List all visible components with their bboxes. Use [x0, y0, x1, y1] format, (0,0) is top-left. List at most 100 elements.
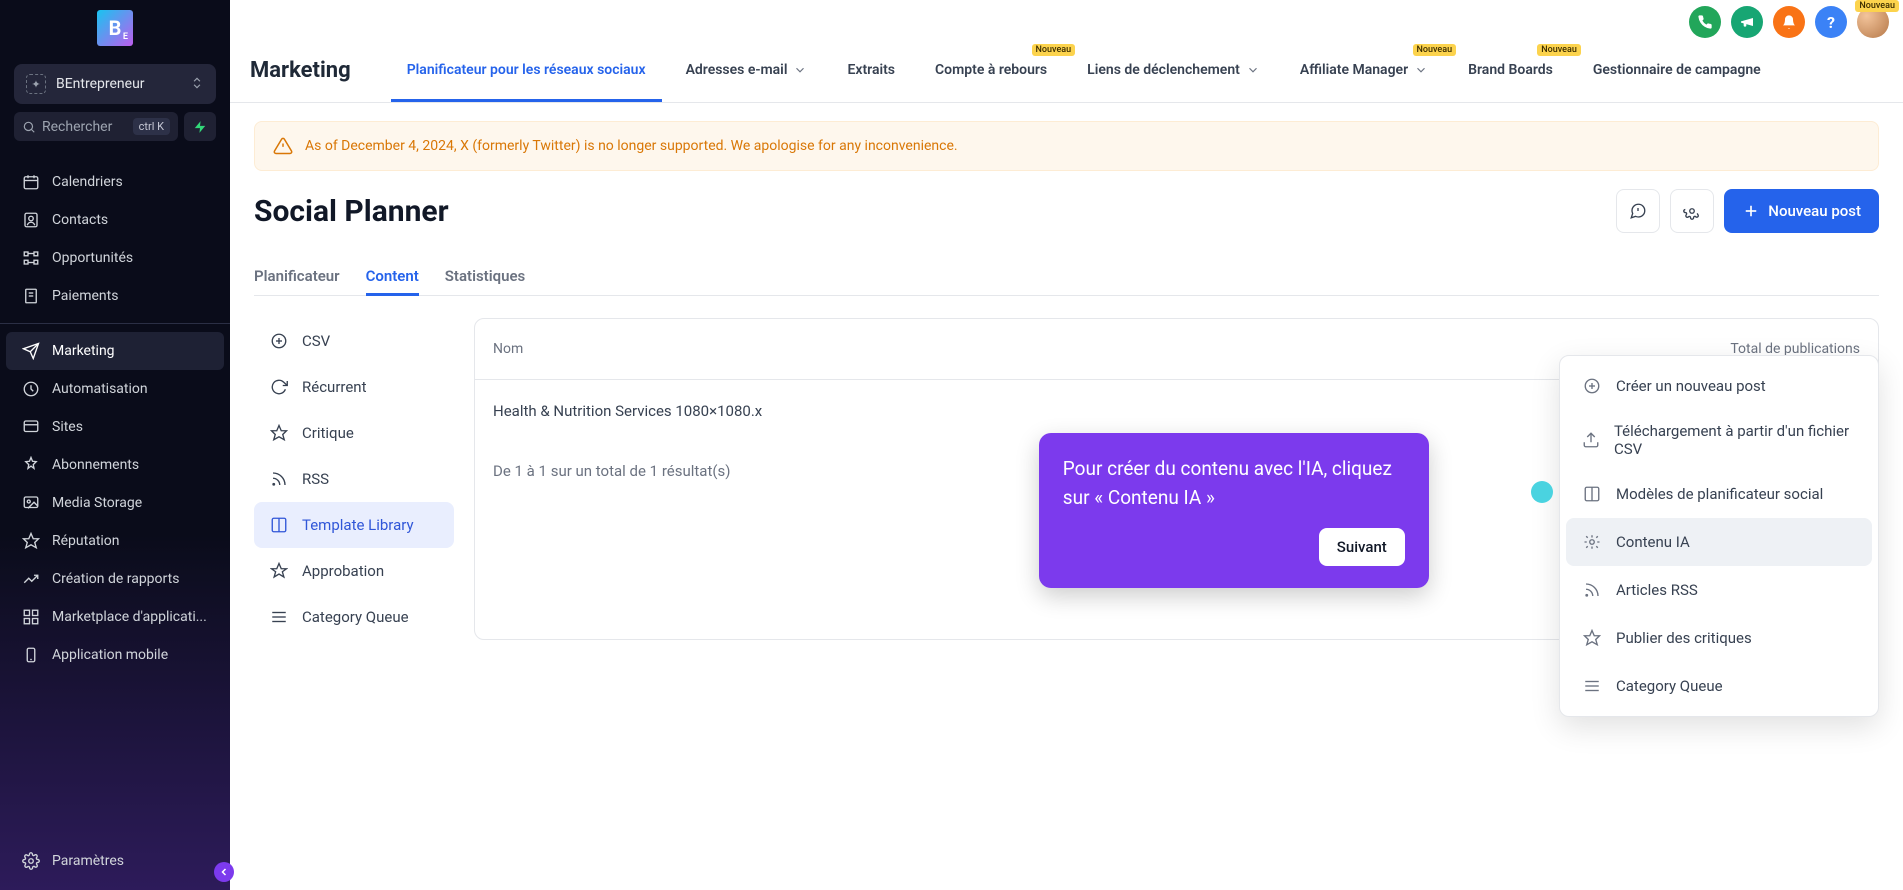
- org-selector[interactable]: ✦ BEntrepreneur: [14, 64, 216, 104]
- nav-label: Media Storage: [52, 495, 142, 511]
- header: Marketing Planificateur pour les réseaux…: [230, 38, 1903, 103]
- sidebar-item-marketplace[interactable]: Marketplace d'applicati...: [6, 598, 224, 636]
- nouveau-badge: Nouveau: [1032, 44, 1076, 56]
- tab-brand[interactable]: Brand BoardsNouveau: [1452, 38, 1569, 102]
- sidebar-item-opportunities[interactable]: Opportunités: [6, 239, 224, 277]
- bolt-button[interactable]: [184, 112, 216, 141]
- menu-template-library[interactable]: Template Library: [254, 502, 454, 548]
- content-type-menu: CSV Récurrent Critique RSS Template Libr…: [254, 318, 454, 640]
- nouveau-chip: Nouveau: [1855, 0, 1899, 12]
- logo-icon: B: [97, 10, 133, 46]
- feedback-button[interactable]: [1616, 189, 1660, 233]
- sidebar-item-media[interactable]: Media Storage: [6, 484, 224, 522]
- chevron-down-icon: [1246, 63, 1260, 77]
- nav-list: Calendriers Contacts Opportunités Paieme…: [0, 163, 230, 834]
- list-icon: [1580, 674, 1604, 698]
- chevrons-icon: [190, 75, 204, 94]
- sidebar-item-reputation[interactable]: Réputation: [6, 522, 224, 560]
- menu-category-queue[interactable]: Category Queue: [254, 594, 454, 640]
- nav-label: Application mobile: [52, 647, 168, 663]
- avatar[interactable]: Nouveau: [1857, 6, 1889, 38]
- logo-box: B: [14, 10, 216, 46]
- dd-reviews[interactable]: Publier des critiques: [1566, 614, 1872, 662]
- dd-ai-content[interactable]: Contenu IA: [1566, 518, 1872, 566]
- search-input[interactable]: Rechercher ctrl K: [14, 112, 178, 141]
- dd-label: Contenu IA: [1616, 533, 1690, 551]
- app: B ✦ BEntrepreneur Rechercher ctrl K: [0, 0, 1903, 890]
- menu-csv[interactable]: CSV: [254, 318, 454, 364]
- sidebar-item-reports[interactable]: Création de rapports: [6, 560, 224, 598]
- tab-countdown[interactable]: Compte à reboursNouveau: [919, 38, 1063, 102]
- tab-triggers[interactable]: Liens de déclenchement: [1071, 38, 1276, 102]
- tab-label: Adresses e-mail: [686, 62, 788, 78]
- top-actions: ? Nouveau: [230, 0, 1903, 38]
- sidebar-item-sites[interactable]: Sites: [6, 408, 224, 446]
- tab-campaign[interactable]: Gestionnaire de campagne: [1577, 38, 1777, 102]
- sidebar-item-marketing[interactable]: Marketing: [6, 332, 224, 370]
- subtab-stats[interactable]: Statistiques: [445, 257, 525, 295]
- page-actions: Nouveau post: [1616, 189, 1879, 233]
- tab-social[interactable]: Planificateur pour les réseaux sociaux: [391, 38, 662, 102]
- sidebar-item-payments[interactable]: Paiements: [6, 277, 224, 315]
- section-title: Marketing: [250, 42, 351, 99]
- tab-label: Planificateur pour les réseaux sociaux: [407, 62, 646, 78]
- rss-icon: [1580, 578, 1604, 602]
- nav-label: Marketplace d'applicati...: [52, 609, 207, 625]
- tab-snippets[interactable]: Extraits: [831, 38, 911, 102]
- announce-button[interactable]: [1731, 6, 1763, 38]
- dd-rss[interactable]: Articles RSS: [1566, 566, 1872, 614]
- dd-new-post[interactable]: Créer un nouveau post: [1566, 362, 1872, 410]
- dd-label: Articles RSS: [1616, 581, 1698, 599]
- new-post-label: Nouveau post: [1768, 202, 1861, 220]
- tab-affiliate[interactable]: Affiliate ManagerNouveau: [1284, 38, 1444, 102]
- menu-recurring[interactable]: Récurrent: [254, 364, 454, 410]
- settings-label: Paramètres: [52, 853, 124, 869]
- dd-templates[interactable]: Modèles de planificateur social: [1566, 470, 1872, 518]
- tour-ping-dot: [1531, 481, 1553, 503]
- subtab-planner[interactable]: Planificateur: [254, 257, 340, 295]
- menu-review[interactable]: Critique: [254, 410, 454, 456]
- menu-rss[interactable]: RSS: [254, 456, 454, 502]
- dd-category-queue[interactable]: Category Queue: [1566, 662, 1872, 710]
- sidebar-item-calendars[interactable]: Calendriers: [6, 163, 224, 201]
- content-area: As of December 4, 2024, X (formerly Twit…: [230, 103, 1903, 890]
- alert-text: As of December 4, 2024, X (formerly Twit…: [305, 138, 958, 154]
- search-icon: [22, 120, 36, 134]
- tab-label: Compte à rebours: [935, 62, 1047, 78]
- layout-icon: [1580, 482, 1604, 506]
- subtab-content[interactable]: Content: [366, 257, 419, 295]
- menu-label: RSS: [302, 470, 329, 488]
- phone-button[interactable]: [1689, 6, 1721, 38]
- chat-exclaim-icon: [1629, 202, 1647, 220]
- sidebar-item-automation[interactable]: Automatisation: [6, 370, 224, 408]
- help-button[interactable]: ?: [1815, 6, 1847, 38]
- star-icon: [1580, 626, 1604, 650]
- menu-approval[interactable]: Approbation: [254, 548, 454, 594]
- page-title: Social Planner: [254, 194, 449, 229]
- chevron-down-icon: [793, 63, 807, 77]
- sidebar-item-contacts[interactable]: Contacts: [6, 201, 224, 239]
- phone-icon: [1697, 14, 1713, 30]
- page-head: Social Planner Nouveau post: [254, 189, 1879, 233]
- menu-label: Critique: [302, 424, 354, 442]
- menu-label: Template Library: [302, 516, 414, 534]
- sidebar-item-mobile[interactable]: Application mobile: [6, 636, 224, 674]
- sidebar-item-subscriptions[interactable]: Abonnements: [6, 446, 224, 484]
- dd-csv-upload[interactable]: Téléchargement à partir d'un fichier CSV: [1566, 410, 1872, 470]
- new-post-button[interactable]: Nouveau post: [1724, 189, 1879, 233]
- tab-email[interactable]: Adresses e-mail: [670, 38, 824, 102]
- nav-label: Sites: [52, 419, 83, 435]
- megaphone-icon: [1739, 14, 1755, 30]
- search-row: Rechercher ctrl K: [14, 112, 216, 141]
- warning-icon: [273, 136, 293, 156]
- sidebar-item-settings[interactable]: Paramètres: [6, 842, 224, 880]
- tour-next-button[interactable]: Suivant: [1319, 528, 1405, 566]
- search-kbd: ctrl K: [133, 118, 170, 135]
- notifications-button[interactable]: [1773, 6, 1805, 38]
- settings-gear-button[interactable]: [1670, 189, 1714, 233]
- tab-label: Affiliate Manager: [1300, 62, 1408, 78]
- sidebar: B ✦ BEntrepreneur Rechercher ctrl K: [0, 0, 230, 890]
- bell-icon: [1781, 14, 1797, 30]
- org-icon: ✦: [26, 74, 46, 94]
- nouveau-badge: Nouveau: [1413, 44, 1457, 56]
